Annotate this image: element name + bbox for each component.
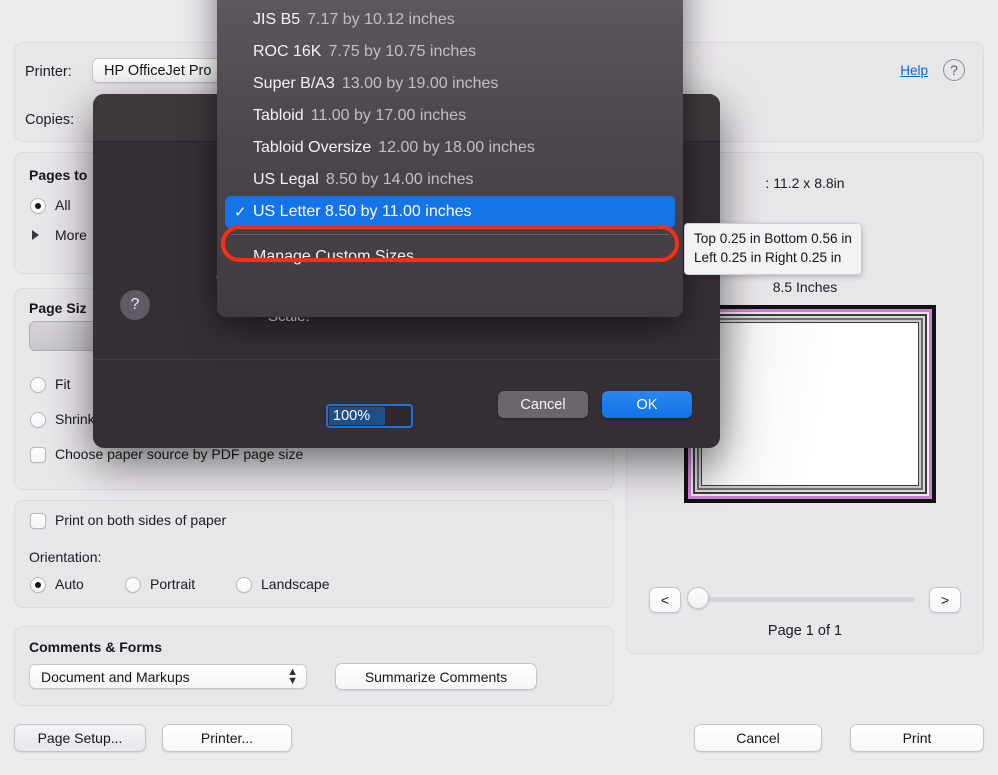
scale-input[interactable]: 100% bbox=[326, 404, 413, 428]
chevron-right-icon[interactable] bbox=[32, 230, 39, 240]
paper-size-name: US Letter 8.50 by 11.00 inches bbox=[253, 203, 472, 221]
paper-size-dimensions: 13.00 by 19.00 inches bbox=[342, 75, 499, 93]
paper-size-menu-list: Envelope Chou#34.72 by 9.25 inchesEnvelo… bbox=[217, 0, 683, 273]
paper-size-name: Manage Custom Sizes... bbox=[253, 248, 427, 266]
printer-button-label: Printer... bbox=[201, 730, 253, 746]
print-button-label: Print bbox=[903, 730, 932, 746]
radio-fit[interactable] bbox=[30, 377, 46, 393]
cancel-button-label: Cancel bbox=[736, 730, 780, 746]
paper-size-menu-item[interactable]: ✓ US Letter 8.50 by 11.00 inches bbox=[225, 196, 675, 228]
paper-size-dimensions: 8.50 by 14.00 inches bbox=[326, 171, 474, 189]
paper-size-dimensions: 7.75 by 10.75 inches bbox=[328, 43, 476, 61]
radio-orientation-portrait-label: Portrait bbox=[150, 576, 195, 592]
radio-all[interactable] bbox=[30, 198, 46, 214]
next-page-label: > bbox=[941, 592, 949, 608]
modal-help-icon[interactable]: ? bbox=[120, 290, 150, 320]
modal-ok-label: OK bbox=[637, 397, 658, 413]
document-page bbox=[702, 323, 918, 485]
paper-size-dimensions: 11.00 by 17.00 inches bbox=[311, 107, 466, 125]
comments-forms-title: Comments & Forms bbox=[29, 639, 162, 655]
scale-input-value: 100% bbox=[329, 407, 385, 425]
radio-shrink[interactable] bbox=[30, 412, 46, 428]
margins-tooltip: Top 0.25 in Bottom 0.56 in Left 0.25 in … bbox=[684, 223, 862, 275]
previous-page-label: < bbox=[661, 592, 669, 608]
copies-label: Copies: bbox=[25, 112, 74, 128]
paper-size-dimensions: 12.00 by 18.00 inches bbox=[378, 139, 535, 157]
radio-shrink-label: Shrink bbox=[55, 411, 95, 427]
document-preview bbox=[684, 305, 936, 503]
page-sizing-title: Page Siz bbox=[29, 300, 87, 316]
page-setup-button[interactable]: Page Setup... bbox=[14, 724, 146, 752]
help-icon[interactable]: ? bbox=[943, 59, 965, 81]
print-dialog-screen: Printer: HP OfficeJet Pro Copies: Help ?… bbox=[0, 0, 998, 775]
paper-size-menu-item[interactable]: US Legal 8.50 by 14.00 inches bbox=[217, 164, 683, 196]
paper-size-menu-item[interactable]: ROC 16K 7.75 by 10.75 inches bbox=[217, 36, 683, 68]
paper-size-menu-item[interactable]: Super B/A3 13.00 by 19.00 inches bbox=[217, 68, 683, 100]
paper-size-dimensions: 7.17 by 10.12 inches bbox=[307, 11, 455, 29]
printer-select-value: HP OfficeJet Pro bbox=[104, 63, 211, 79]
radio-orientation-landscape-label: Landscape bbox=[261, 576, 330, 592]
next-page-button[interactable]: > bbox=[929, 587, 961, 613]
previous-page-button[interactable]: < bbox=[649, 587, 681, 613]
paper-size-menu-item[interactable]: Manage Custom Sizes... bbox=[217, 241, 683, 273]
help-link[interactable]: Help bbox=[900, 63, 928, 78]
page-slider-track[interactable] bbox=[693, 597, 915, 602]
duplex-orientation-panel: Print on both sides of paper Orientation… bbox=[14, 500, 614, 608]
page-slider-knob[interactable] bbox=[687, 587, 709, 609]
choose-paper-source-label: Choose paper source by PDF page size bbox=[55, 446, 303, 462]
modal-cancel-button[interactable]: Cancel bbox=[498, 391, 588, 418]
paper-size-menu-item[interactable]: Tabloid 11.00 by 17.00 inches bbox=[217, 100, 683, 132]
comments-forms-select-value: Document and Markups bbox=[41, 669, 190, 685]
print-button[interactable]: Print bbox=[850, 724, 984, 752]
summarize-comments-label: Summarize Comments bbox=[365, 669, 507, 685]
orientation-label: Orientation: bbox=[29, 549, 101, 565]
tooltip-line-1: Top 0.25 in Bottom 0.56 in bbox=[694, 229, 852, 248]
modal-divider bbox=[93, 359, 720, 360]
comments-forms-select[interactable]: Document and Markups ▲▼ bbox=[29, 664, 307, 689]
modal-cancel-label: Cancel bbox=[520, 397, 565, 413]
radio-all-label: All bbox=[55, 197, 71, 213]
checkbox-choose-paper-source[interactable] bbox=[30, 447, 46, 463]
paper-size-menu-item[interactable]: JIS B5 7.17 by 10.12 inches bbox=[217, 4, 683, 36]
paper-size-name: Super B/A3 bbox=[253, 75, 335, 93]
paper-size-name: Tabloid bbox=[253, 107, 304, 125]
printer-label: Printer: bbox=[25, 64, 72, 80]
paper-size-name: JIS B5 bbox=[253, 11, 300, 29]
printer-button[interactable]: Printer... bbox=[162, 724, 292, 752]
paper-size-name: US Legal bbox=[253, 171, 319, 189]
paper-size-menu: Envelope Chou#34.72 by 9.25 inchesEnvelo… bbox=[217, 0, 683, 317]
summarize-comments-button[interactable]: Summarize Comments bbox=[335, 663, 537, 690]
page-indicator: Page 1 of 1 bbox=[627, 623, 983, 639]
comments-forms-panel: Comments & Forms Document and Markups ▲▼… bbox=[14, 626, 614, 706]
radio-orientation-auto[interactable] bbox=[30, 577, 46, 593]
cancel-button[interactable]: Cancel bbox=[694, 724, 822, 752]
radio-orientation-portrait[interactable] bbox=[125, 577, 141, 593]
paper-size-menu-item[interactable]: Tabloid Oversize 12.00 by 18.00 inches bbox=[217, 132, 683, 164]
radio-fit-label: Fit bbox=[55, 376, 71, 392]
modal-ok-button[interactable]: OK bbox=[602, 391, 692, 418]
both-sides-label: Print on both sides of paper bbox=[55, 512, 226, 528]
checkbox-both-sides[interactable] bbox=[30, 513, 46, 529]
radio-orientation-landscape[interactable] bbox=[236, 577, 252, 593]
menu-separator bbox=[231, 234, 669, 235]
more-options-label[interactable]: More bbox=[55, 227, 87, 243]
tooltip-line-2: Left 0.25 in Right 0.25 in bbox=[694, 248, 852, 267]
paper-size-name: Tabloid Oversize bbox=[253, 139, 371, 157]
page-setup-label: Page Setup... bbox=[38, 730, 123, 746]
pages-to-print-title: Pages to bbox=[29, 167, 87, 183]
radio-orientation-auto-label: Auto bbox=[55, 576, 84, 592]
chevron-updown-icon: ▲▼ bbox=[287, 668, 298, 686]
paper-size-name: ROC 16K bbox=[253, 43, 321, 61]
check-icon: ✓ bbox=[234, 203, 247, 221]
